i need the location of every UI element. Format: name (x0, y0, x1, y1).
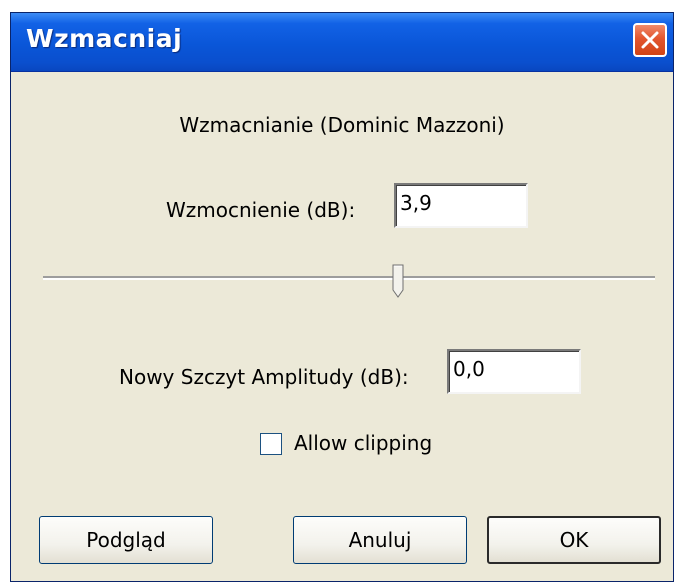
preview-button[interactable]: Podgląd (39, 516, 213, 564)
close-button[interactable] (633, 23, 667, 57)
allow-clipping-checkbox[interactable] (260, 433, 282, 455)
peak-amplitude-input[interactable]: 0,0 (447, 349, 581, 394)
ok-button[interactable]: OK (487, 516, 661, 564)
peak-amplitude-label: Nowy Szczyt Amplitudy (dB): (119, 365, 409, 389)
window-title: Wzmacniaj (26, 24, 183, 53)
allow-clipping-label[interactable]: Allow clipping (294, 431, 432, 455)
cancel-button[interactable]: Anuluj (293, 516, 467, 564)
amplification-input[interactable]: 3,9 (394, 183, 528, 228)
title-bar[interactable]: Wzmacniaj (11, 13, 673, 72)
close-icon (641, 31, 659, 49)
effect-heading: Wzmacnianie (Dominic Mazzoni) (179, 113, 505, 137)
amplify-dialog: Wzmacniaj Wzmacnianie (Dominic Mazzoni) … (10, 12, 674, 582)
amplification-slider-track[interactable] (43, 276, 655, 280)
amplification-slider-thumb[interactable] (392, 264, 404, 298)
amplification-value: 3,9 (400, 191, 432, 215)
peak-amplitude-value: 0,0 (453, 357, 485, 381)
amplification-label: Wzmocnienie (dB): (166, 198, 356, 222)
